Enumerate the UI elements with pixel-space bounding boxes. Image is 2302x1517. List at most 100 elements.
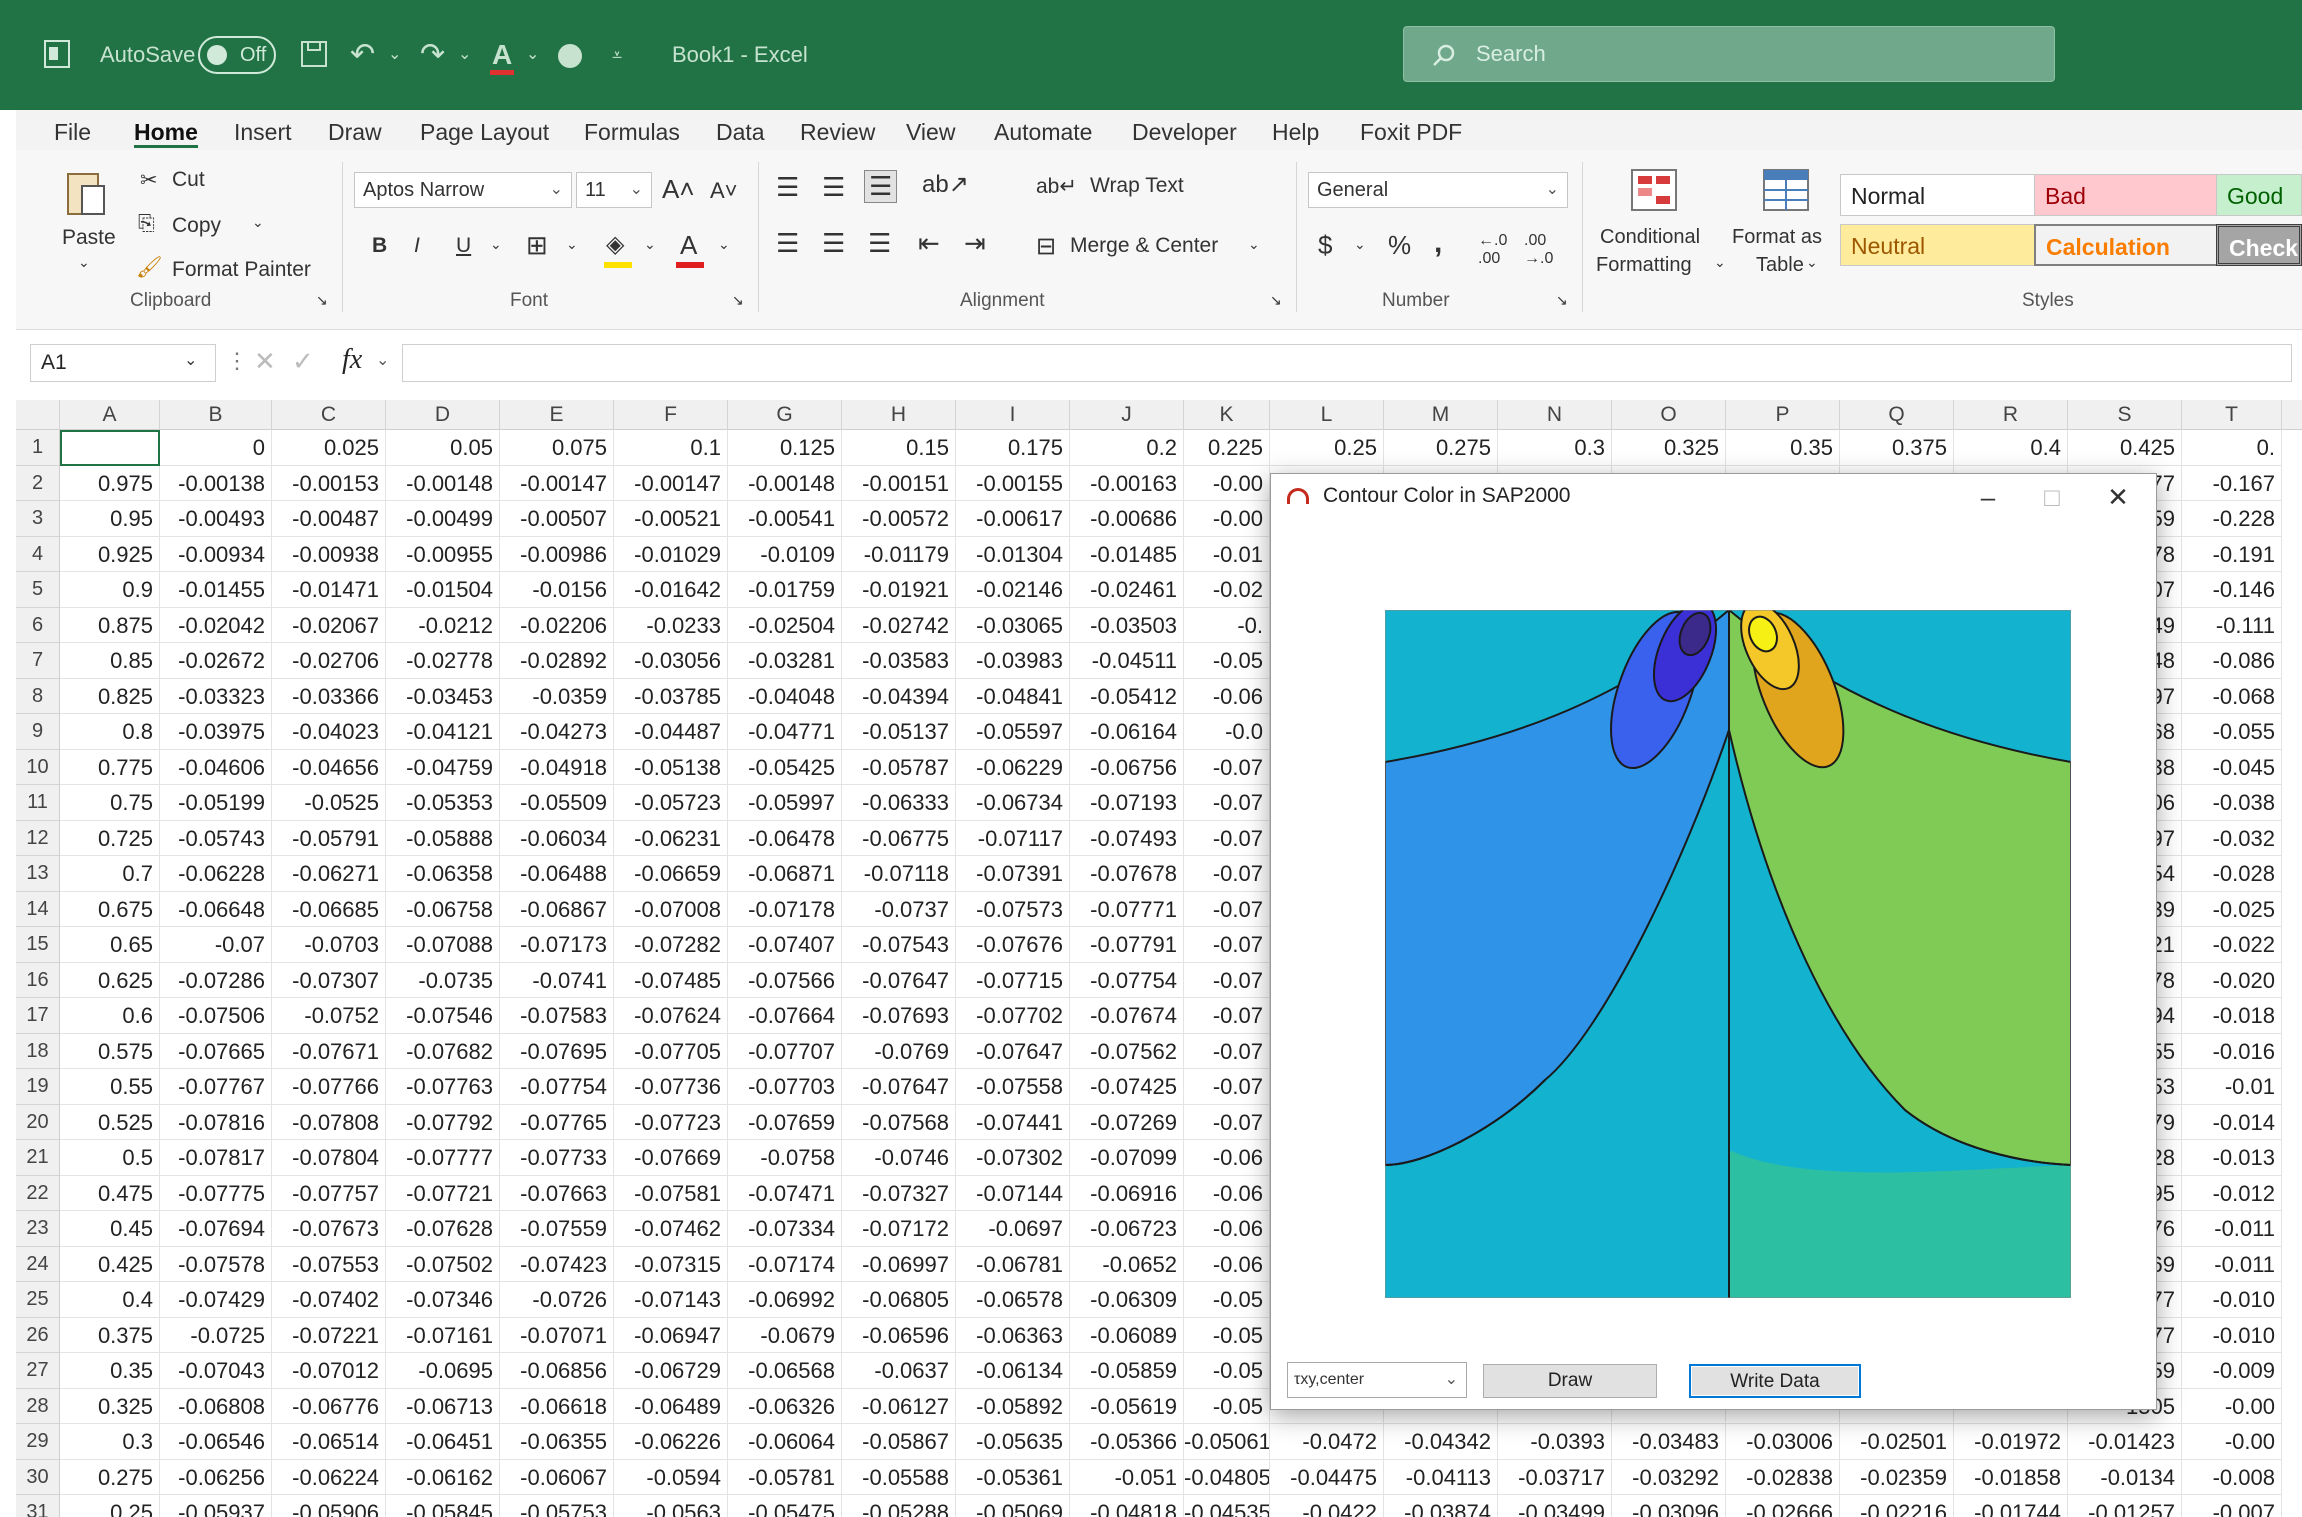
- cell[interactable]: -0.06992: [728, 1282, 842, 1318]
- cell[interactable]: -0.07663: [500, 1175, 614, 1211]
- cell[interactable]: -0.06596: [842, 1317, 956, 1353]
- conditional-formatting-button[interactable]: Conditional: [1600, 226, 1700, 249]
- style-normal[interactable]: Normal: [1840, 174, 2036, 216]
- cell[interactable]: -0.07327: [842, 1175, 956, 1211]
- cell[interactable]: -0.06164: [1070, 714, 1184, 750]
- cell[interactable]: -0.06162: [386, 1459, 500, 1495]
- cell[interactable]: -0.01179: [842, 536, 956, 572]
- column-header-b[interactable]: B: [160, 400, 272, 430]
- cell[interactable]: -0.0109: [728, 536, 842, 572]
- save-icon[interactable]: [300, 40, 328, 68]
- cell[interactable]: 0.25: [1270, 430, 1384, 466]
- cell[interactable]: -0.06: [1184, 1140, 1270, 1176]
- cell[interactable]: -0.00938: [272, 536, 386, 572]
- cell[interactable]: -0.07566: [728, 962, 842, 998]
- copy-button[interactable]: Copy: [172, 214, 221, 238]
- cell[interactable]: -0.07307: [272, 962, 386, 998]
- cell[interactable]: -0.05288: [842, 1495, 956, 1517]
- column-header-t[interactable]: T: [2182, 400, 2282, 430]
- cell[interactable]: -0.04818: [1070, 1495, 1184, 1517]
- cell[interactable]: -0.04771: [728, 714, 842, 750]
- row-header[interactable]: 16: [16, 962, 60, 998]
- cell[interactable]: -0.07485: [614, 962, 728, 998]
- fx-dropdown-icon[interactable]: ⌄: [376, 350, 389, 370]
- cell[interactable]: -0.228: [2182, 501, 2282, 537]
- row-header[interactable]: 22: [16, 1175, 60, 1211]
- tab-file[interactable]: File: [54, 116, 91, 148]
- cell[interactable]: -0.06309: [1070, 1282, 1184, 1318]
- cell[interactable]: -0.03503: [1070, 607, 1184, 643]
- underline-dropdown-icon[interactable]: ⌄: [490, 236, 502, 253]
- tab-data[interactable]: Data: [716, 116, 765, 148]
- cell[interactable]: -0.0472: [1270, 1424, 1384, 1460]
- cell[interactable]: -0.07581: [614, 1175, 728, 1211]
- select-all-corner[interactable]: [16, 400, 60, 430]
- cell[interactable]: -0.03483: [1612, 1424, 1726, 1460]
- cell[interactable]: -0.022: [2182, 927, 2282, 963]
- cell[interactable]: -0.07703: [728, 1069, 842, 1105]
- cell[interactable]: -0.05588: [842, 1459, 956, 1495]
- cell[interactable]: -0.07721: [386, 1175, 500, 1211]
- merge-center-button[interactable]: Merge & Center: [1070, 234, 1218, 258]
- cell[interactable]: -0.0752: [272, 998, 386, 1034]
- stress-type-select[interactable]: τxy,center ⌄: [1287, 1362, 1467, 1398]
- cell[interactable]: -0.07286: [160, 962, 272, 998]
- cell[interactable]: -0.00148: [728, 465, 842, 501]
- cell[interactable]: -0.009: [2182, 1353, 2282, 1389]
- cell[interactable]: -0.06856: [500, 1353, 614, 1389]
- decrease-font-icon[interactable]: A˅: [710, 178, 738, 204]
- cell[interactable]: -0.07441: [956, 1104, 1070, 1140]
- cell[interactable]: 0.3: [60, 1424, 160, 1460]
- write-data-button[interactable]: Write Data: [1689, 1364, 1861, 1398]
- cell[interactable]: -0.02067: [272, 607, 386, 643]
- cell[interactable]: -0.06256: [160, 1459, 272, 1495]
- cell[interactable]: -0.07695: [500, 1033, 614, 1069]
- cell[interactable]: 0.225: [1184, 430, 1270, 466]
- undo-dropdown-icon[interactable]: ⌄: [388, 30, 401, 80]
- cell[interactable]: -0.07008: [614, 891, 728, 927]
- cell[interactable]: -0.04023: [272, 714, 386, 750]
- cell[interactable]: -0.0741: [500, 962, 614, 998]
- cell[interactable]: -0.07693: [842, 998, 956, 1034]
- cell[interactable]: -0.07462: [614, 1211, 728, 1247]
- cell[interactable]: 0.375: [60, 1317, 160, 1353]
- column-header-d[interactable]: D: [386, 400, 500, 430]
- column-header-o[interactable]: O: [1612, 400, 1726, 430]
- cell[interactable]: -0.07043: [160, 1353, 272, 1389]
- cell[interactable]: -0.0679: [728, 1317, 842, 1353]
- tab-draw[interactable]: Draw: [328, 116, 382, 148]
- cell[interactable]: -0.02501: [1840, 1424, 1954, 1460]
- cell[interactable]: -0.07678: [1070, 856, 1184, 892]
- cell[interactable]: -0.014: [2182, 1104, 2282, 1140]
- cell[interactable]: -0.07: [1184, 856, 1270, 892]
- cell[interactable]: -0.05791: [272, 820, 386, 856]
- cell[interactable]: -0.06034: [500, 820, 614, 856]
- cell[interactable]: -0.07553: [272, 1246, 386, 1282]
- cell[interactable]: -0.028: [2182, 856, 2282, 892]
- cell[interactable]: -0.07573: [956, 891, 1070, 927]
- cell[interactable]: -0.06514: [272, 1424, 386, 1460]
- cell[interactable]: -0.07791: [1070, 927, 1184, 963]
- cell[interactable]: -0.07402: [272, 1282, 386, 1318]
- cell[interactable]: -0.0652: [1070, 1246, 1184, 1282]
- cell[interactable]: -0.00138: [160, 465, 272, 501]
- cell[interactable]: -0.06947: [614, 1317, 728, 1353]
- row-header[interactable]: 28: [16, 1388, 60, 1424]
- cell[interactable]: -0.07808: [272, 1104, 386, 1140]
- cell[interactable]: -0.07578: [160, 1246, 272, 1282]
- currency-dropdown-icon[interactable]: ⌄: [1354, 236, 1366, 253]
- cell[interactable]: -0.0594: [614, 1459, 728, 1495]
- row-header[interactable]: 26: [16, 1317, 60, 1353]
- cell[interactable]: -0.01972: [1954, 1424, 2068, 1460]
- row-header[interactable]: 11: [16, 785, 60, 821]
- cell[interactable]: -0.07: [160, 927, 272, 963]
- cell[interactable]: -0.07172: [842, 1211, 956, 1247]
- cell[interactable]: -0.05635: [956, 1424, 1070, 1460]
- cell[interactable]: -0.01257: [2068, 1495, 2182, 1517]
- cell[interactable]: 0.325: [1612, 430, 1726, 466]
- cell[interactable]: -0.02504: [728, 607, 842, 643]
- cell[interactable]: 0.25: [60, 1495, 160, 1517]
- cell[interactable]: -0.05845: [386, 1495, 500, 1517]
- cell[interactable]: -0.02892: [500, 643, 614, 679]
- cell[interactable]: 0.675: [60, 891, 160, 927]
